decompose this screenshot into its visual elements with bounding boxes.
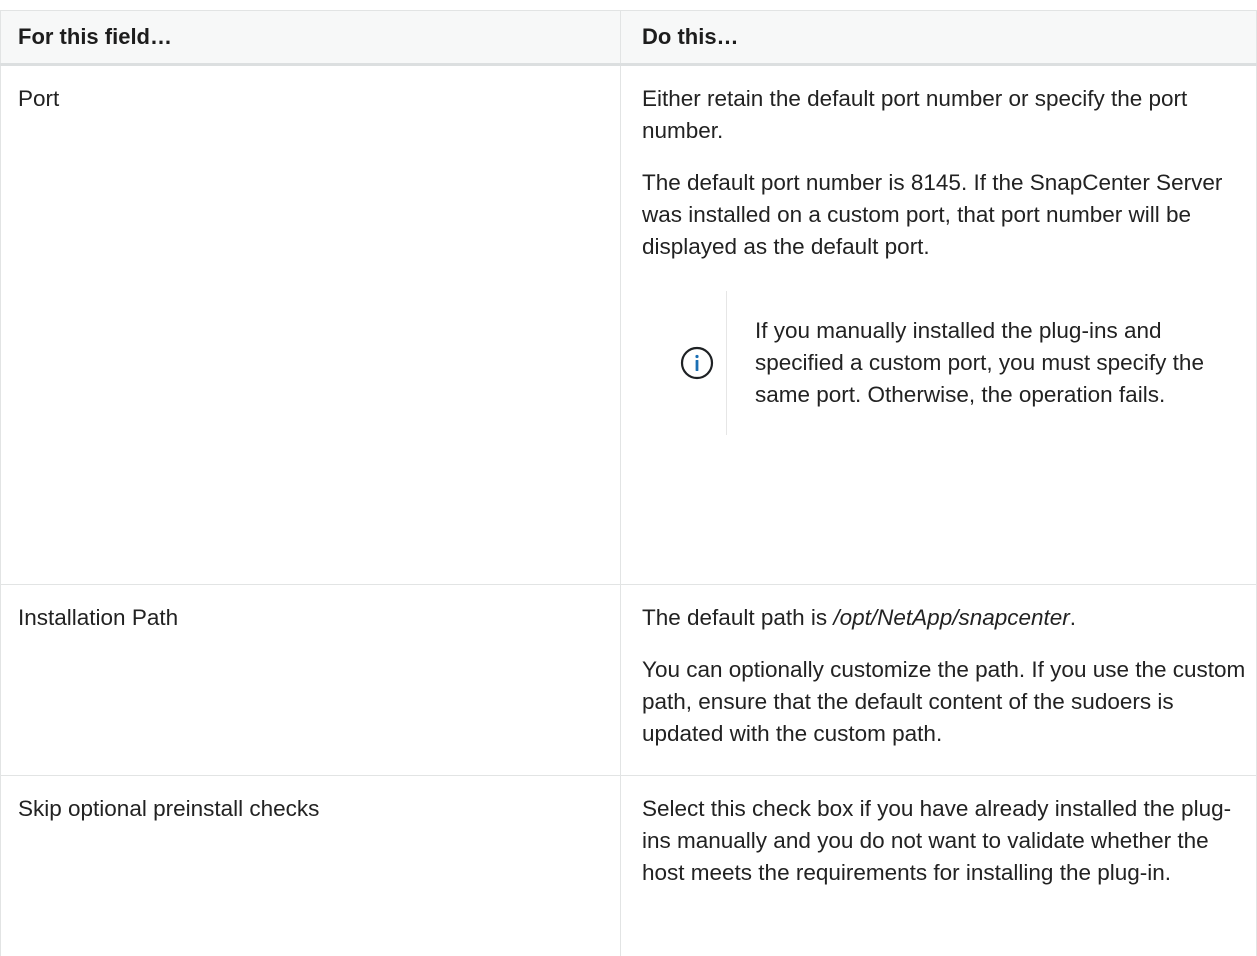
note-admonition: If you manually installed the plug-ins a… — [642, 291, 1248, 435]
default-path: /opt/NetApp/snapcenter — [833, 605, 1070, 630]
description-paragraph: The default port number is 8145. If the … — [642, 170, 1223, 259]
description-paragraph: The default path is /opt/NetApp/snapcent… — [642, 602, 1248, 634]
field-description: The default path is /opt/NetApp/snapcent… — [621, 585, 1257, 775]
description-paragraph: You can optionally customize the path. I… — [642, 657, 1246, 746]
header-field: For this field… — [0, 11, 621, 63]
path-prefix: The default path is — [642, 605, 834, 630]
table-row: Port Either retain the default port numb… — [0, 66, 1257, 585]
field-name: Skip optional preinstall checks — [0, 776, 621, 956]
field-name: Port — [0, 66, 621, 584]
info-circle-icon — [680, 346, 714, 380]
description-paragraph: Select this check box if you have alread… — [642, 796, 1232, 885]
note-icon-container — [642, 291, 727, 435]
description-paragraph: Either retain the default port number or… — [642, 86, 1188, 143]
field-description: Either retain the default port number or… — [621, 66, 1257, 584]
path-suffix: . — [1069, 605, 1077, 630]
note-text: If you manually installed the plug-ins a… — [755, 318, 1204, 407]
field-name: Installation Path — [0, 585, 621, 775]
table-row: Skip optional preinstall checks Select t… — [0, 776, 1257, 956]
table-row: Installation Path The default path is /o… — [0, 585, 1257, 776]
header-action: Do this… — [621, 11, 1257, 63]
table-header-row: For this field… Do this… — [0, 10, 1257, 66]
field-description: Select this check box if you have alread… — [621, 776, 1257, 956]
fields-table: For this field… Do this… Port Either ret… — [0, 10, 1257, 956]
